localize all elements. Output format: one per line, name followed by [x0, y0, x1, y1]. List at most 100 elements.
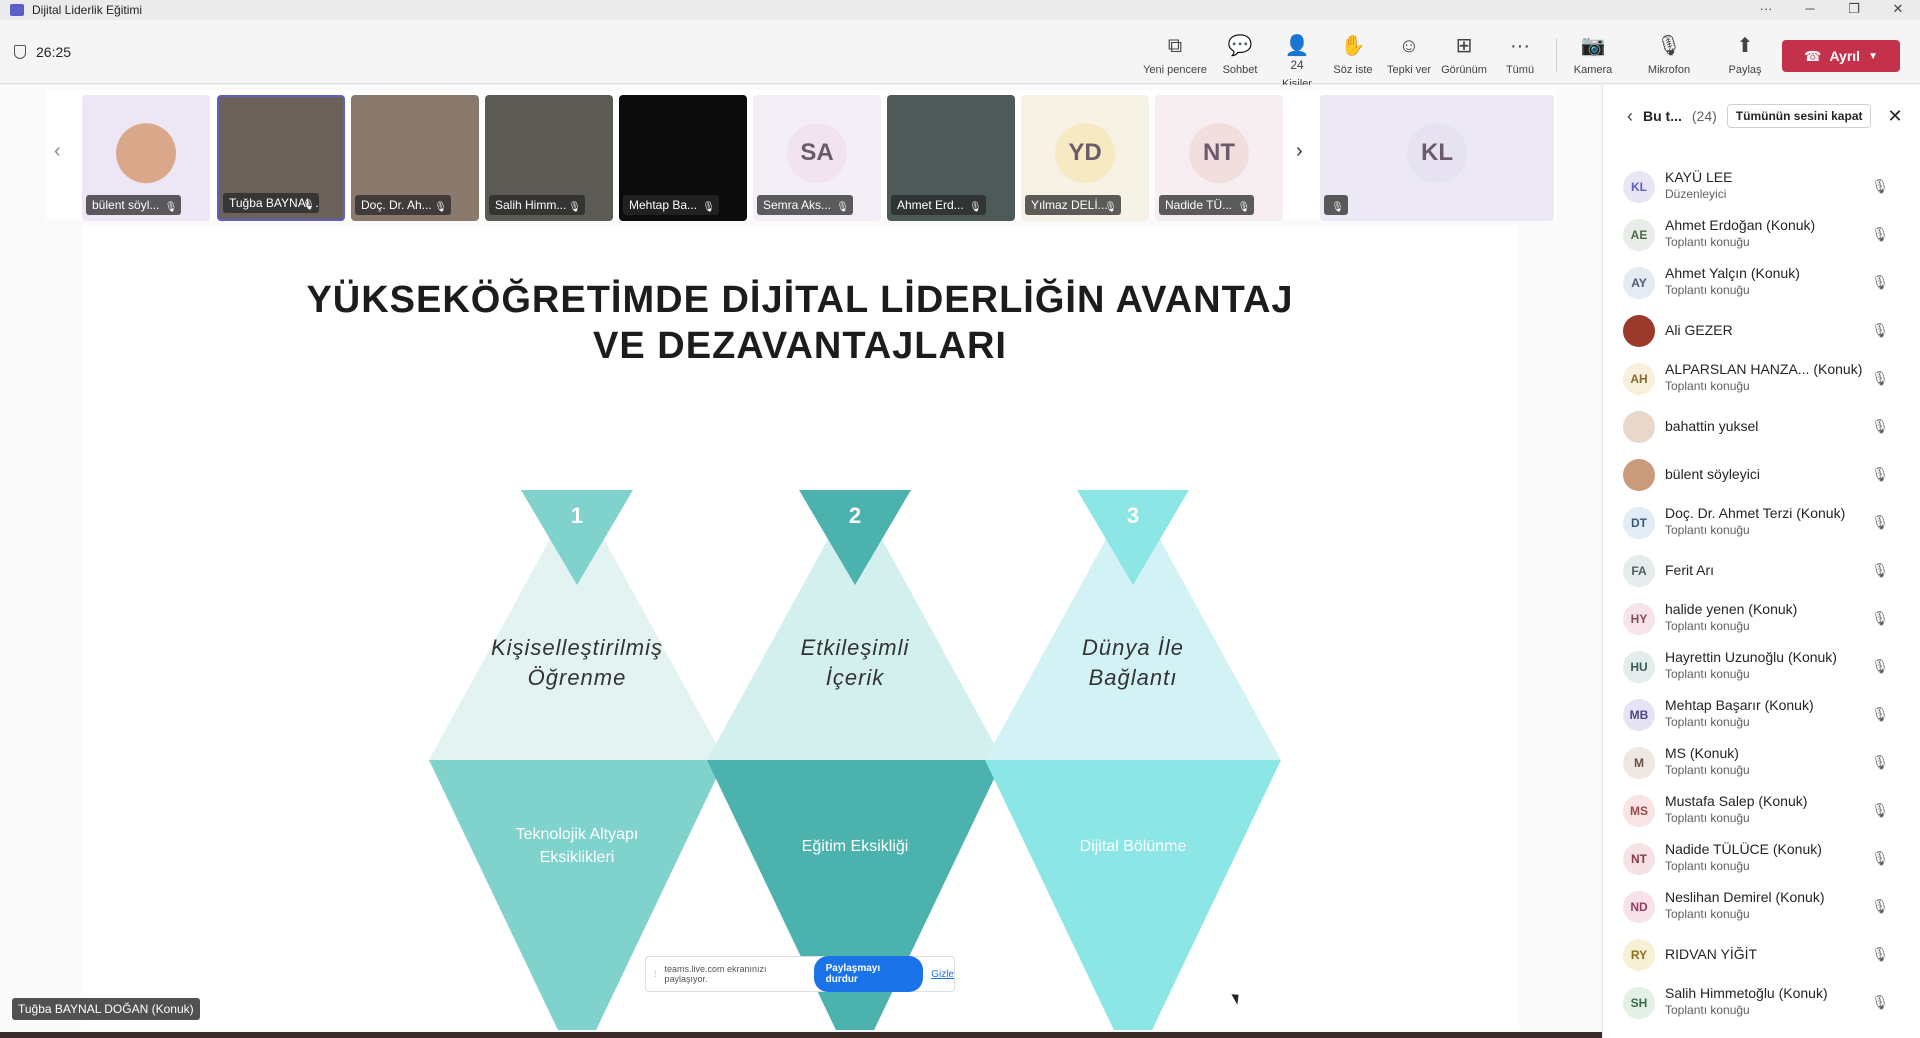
participant-name: Doç. Dr. Ahmet Terzi (Konuk): [1665, 505, 1846, 521]
avatar: MS: [1623, 795, 1655, 827]
toolbar-button-7[interactable]: 📷 Kamera: [1558, 34, 1628, 76]
mic-muted-icon[interactable]: 🎙: [1871, 226, 1889, 243]
mic-muted-icon[interactable]: 🎙: [1871, 562, 1889, 579]
disadvantage-label: Eğitim Eksikliği: [801, 838, 909, 855]
teams-logo-icon: [10, 4, 24, 16]
participant-row[interactable]: AE Ahmet Erdoğan (Konuk) Toplantı konuğu 🎙: [1603, 211, 1920, 259]
participant-role: Toplantı konuğu: [1665, 715, 1750, 729]
participant-tile[interactable]: YD Yılmaz DELİ... 🎙: [1021, 95, 1149, 221]
chevron-down-icon[interactable]: ▼: [1868, 51, 1878, 62]
participant-tile[interactable]: Ahmet Erd... 🎙: [887, 95, 1015, 221]
toolbar-button-8[interactable]: 🎙 Mikrofon: [1634, 34, 1704, 76]
mic-muted-icon[interactable]: 🎙: [1871, 706, 1889, 723]
window-titlebar: Dijital Liderlik Eğitimi ··· ─ ❐ ✕: [0, 0, 1920, 20]
mic-muted-icon[interactable]: 🎙: [1871, 946, 1889, 963]
participant-tile[interactable]: Mehtap Ba... 🎙: [619, 95, 747, 221]
participant-row[interactable]: RY RIDVAN YİĞİT 🎙: [1603, 931, 1920, 979]
mic-muted-icon[interactable]: 🎙: [1871, 802, 1889, 819]
participant-strip: ‹ bülent söyl... 🎙 Tuğba BAYNAL ... 🎙 Doç. D…: [46, 90, 1556, 221]
toolbar-button-0[interactable]: ⧉ Yeni pencere: [1140, 34, 1210, 76]
mic-muted-icon[interactable]: 🎙: [1871, 754, 1889, 771]
participant-name: MS (Konuk): [1665, 745, 1739, 761]
mic-muted-icon[interactable]: 🎙: [1871, 514, 1889, 531]
participant-row[interactable]: SH Salih Himmetoğlu (Konuk) Toplantı konuğ…: [1603, 979, 1920, 1027]
timer-text: 26:25: [36, 44, 72, 60]
participant-tile[interactable]: KL 🎙: [1320, 95, 1554, 221]
mic-muted-icon[interactable]: 🎙: [1871, 418, 1889, 435]
participant-row[interactable]: MS Mustafa Salep (Konuk) Toplantı konuğu 🎙: [1603, 787, 1920, 835]
participant-row[interactable]: AY Ahmet Yalçın (Konuk) Toplantı konuğu 🎙: [1603, 259, 1920, 307]
mic-muted-icon: 🎙: [568, 202, 581, 213]
participant-count: (24): [1691, 108, 1717, 124]
participant-role: Toplantı konuğu: [1665, 811, 1750, 825]
mic-muted-icon[interactable]: 🎙: [1871, 994, 1889, 1011]
participant-role: Toplantı konuğu: [1665, 235, 1750, 249]
participant-tile[interactable]: Doç. Dr. Ah... 🎙: [351, 95, 479, 221]
toolbar-button-9[interactable]: ⬆ Paylaş: [1710, 34, 1780, 76]
participant-row[interactable]: AH ALPARSLAN HANZA... (Konuk) Toplantı kon…: [1603, 355, 1920, 403]
participant-row[interactable]: bülent söyleyici 🎙: [1603, 451, 1920, 499]
participant-row[interactable]: HU Hayrettin Uzunoğlu (Konuk) Toplantı kon…: [1603, 643, 1920, 691]
avatar: [1623, 411, 1655, 443]
tile-name: bülent söyl...: [92, 198, 160, 212]
participant-role: Toplantı konuğu: [1665, 763, 1750, 777]
shared-slide: YÜKSEKÖĞRETİMDE DİJİTAL LİDERLİĞİN AVANT…: [81, 225, 1519, 1030]
participant-row[interactable]: KL KAYÜ LEE Düzenleyici 🎙: [1603, 163, 1920, 211]
drag-handle-icon[interactable]: ⁞: [654, 969, 657, 979]
stop-sharing-button[interactable]: Paylaşmayı durdur: [813, 956, 924, 992]
mic-muted-icon[interactable]: 🎙: [1871, 322, 1889, 339]
participant-tile[interactable]: NT Nadide TÜ... 🎙: [1155, 95, 1283, 221]
participant-tile[interactable]: Salih Himm... 🎙: [485, 95, 613, 221]
mic-muted-icon[interactable]: 🎙: [1871, 274, 1889, 291]
participant-row[interactable]: HY halide yenen (Konuk) Toplantı konuğu 🎙: [1603, 595, 1920, 643]
participant-name: bahattin yuksel: [1665, 418, 1759, 434]
toolbar-label: Paylaş: [1728, 64, 1762, 76]
mic-muted-icon[interactable]: 🎙: [1871, 850, 1889, 867]
close-icon[interactable]: ✕: [1887, 106, 1902, 127]
participant-row[interactable]: FA Ferit Arı 🎙: [1603, 547, 1920, 595]
tile-name: Semra Aks...: [763, 198, 832, 212]
mic-muted-icon[interactable]: 🎙: [1871, 610, 1889, 627]
mic-muted-icon: 🎙: [1331, 202, 1344, 213]
participant-row[interactable]: NT Nadide TÜLÜCE (Konuk) Toplantı konuğu 🎙: [1603, 835, 1920, 883]
participant-name: Salih Himmetoğlu (Konuk): [1665, 985, 1828, 1001]
close-window-button[interactable]: ✕: [1876, 0, 1920, 20]
mic-muted-icon[interactable]: 🎙: [1871, 178, 1889, 195]
minimize-button[interactable]: ─: [1788, 0, 1832, 20]
mic-muted-icon[interactable]: 🎙: [1871, 898, 1889, 915]
maximize-button[interactable]: ❐: [1832, 0, 1876, 20]
mute-all-button[interactable]: Tümünün sesini kapat: [1726, 104, 1872, 128]
more-options-icon[interactable]: ···: [1744, 0, 1788, 20]
participant-name: Ferit Arı: [1665, 562, 1715, 578]
toolbar-icon: 📷: [1580, 35, 1606, 57]
tile-name: Mehtap Ba...: [629, 198, 698, 212]
participant-tile[interactable]: SA Semra Aks... 🎙: [753, 95, 881, 221]
avatar: DT: [1623, 507, 1655, 539]
mic-muted-icon[interactable]: 🎙: [1871, 658, 1889, 675]
chevron-left-icon[interactable]: ‹: [1627, 106, 1633, 127]
participant-row[interactable]: DT Doç. Dr. Ahmet Terzi (Konuk) Toplantı k…: [1603, 499, 1920, 547]
mic-muted-icon[interactable]: 🎙: [1871, 466, 1889, 483]
chevron-right-icon[interactable]: ›: [1296, 140, 1303, 163]
toolbar-icon: ⬆: [1736, 35, 1754, 57]
chevron-left-icon[interactable]: ‹: [54, 140, 61, 163]
mic-muted-icon: 🎙: [702, 202, 715, 213]
participant-row[interactable]: Ali GEZER 🎙: [1603, 307, 1920, 355]
toolbar-label: Mikrofon: [1647, 64, 1691, 76]
toolbar-icon: ···: [1510, 35, 1530, 57]
mic-muted-icon[interactable]: 🎙: [1871, 370, 1889, 387]
participant-name: bülent söyleyici: [1665, 466, 1760, 482]
leave-button[interactable]: ☎ Ayrıl ▼: [1782, 40, 1900, 72]
participant-row[interactable]: bahattin yuksel 🎙: [1603, 403, 1920, 451]
participant-row[interactable]: M MS (Konuk) Toplantı konuğu 🎙: [1603, 739, 1920, 787]
mic-muted-icon: 🎙: [1237, 202, 1251, 213]
participant-tile[interactable]: bülent söyl... 🎙: [82, 95, 210, 221]
participant-row[interactable]: MB Mehtap Başarır (Konuk) Toplantı konuğu 🎙: [1603, 691, 1920, 739]
avatar: [116, 123, 176, 184]
participants-panel: ‹ Bu t... (24) Tümünün sesini kapat ✕ KL…: [1602, 85, 1920, 1038]
hide-share-bar-link[interactable]: Gizle: [931, 969, 954, 980]
participant-tile[interactable]: Tuğba BAYNAL ... 🎙: [217, 95, 345, 221]
toolbar-button-6[interactable]: ··· Tümü: [1485, 34, 1555, 76]
avatar: SH: [1623, 987, 1655, 1019]
participant-row[interactable]: ND Neslihan Demirel (Konuk) Toplantı konuğ…: [1603, 883, 1920, 931]
